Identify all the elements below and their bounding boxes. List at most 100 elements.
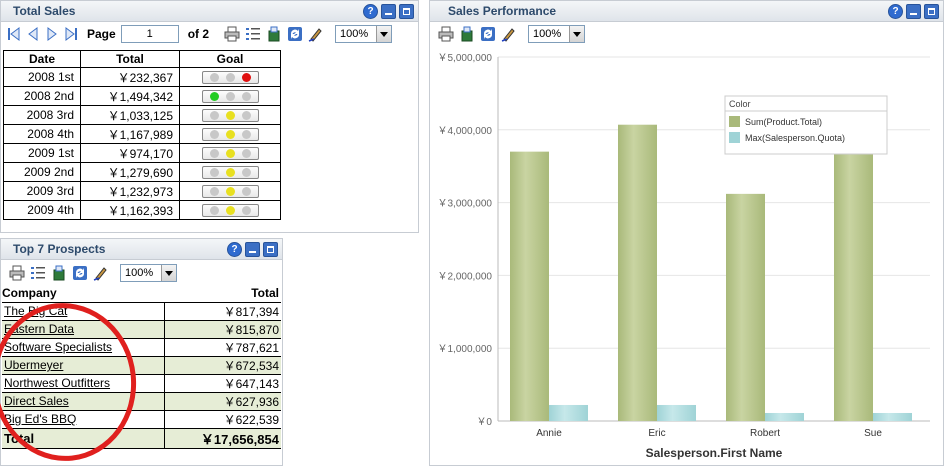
- chevron-down-icon[interactable]: [161, 265, 176, 281]
- date-cell: 2008 4th: [3, 124, 81, 144]
- column-header-goal: Goal: [179, 50, 281, 68]
- table-row: Direct Sales ￥627,936: [2, 392, 281, 411]
- first-page-icon[interactable]: [7, 26, 21, 42]
- help-icon[interactable]: ?: [227, 242, 242, 257]
- refresh-icon[interactable]: [480, 26, 496, 42]
- print-icon[interactable]: [224, 26, 240, 42]
- total-cell: ￥1,232,973: [80, 181, 180, 201]
- zoom-value: 100%: [125, 267, 154, 279]
- minimize-icon[interactable]: [381, 4, 396, 19]
- help-icon[interactable]: ?: [888, 4, 903, 19]
- total-sales-panel: Total Sales ? Page of 2 100% Date Total …: [0, 0, 419, 233]
- total-cell: ￥1,167,989: [80, 124, 180, 144]
- total-cell: ￥232,367: [80, 67, 180, 87]
- list-icon[interactable]: [30, 265, 46, 281]
- refresh-icon[interactable]: [287, 26, 303, 42]
- page-number-input[interactable]: [120, 25, 179, 43]
- goal-indicator: [201, 165, 259, 179]
- goal-light-dot: [225, 129, 235, 139]
- company-link[interactable]: Ubermeyer: [2, 356, 165, 375]
- prev-page-icon[interactable]: [26, 26, 40, 42]
- goal-light-dot: [209, 205, 219, 215]
- total-cell: ￥1,162,393: [80, 200, 180, 220]
- company-link[interactable]: Direct Sales: [2, 392, 165, 411]
- goal-light-dot: [241, 186, 251, 196]
- help-icon[interactable]: ?: [363, 4, 378, 19]
- maximize-icon[interactable]: [399, 4, 414, 19]
- legend-entry: Sum(Product.Total): [745, 117, 822, 127]
- grand-total-label: Total: [2, 428, 165, 449]
- table-row: Eastern Data ￥815,870: [2, 320, 281, 339]
- print-icon[interactable]: [438, 26, 454, 42]
- zoom-select[interactable]: 100%: [335, 25, 393, 43]
- date-cell: 2008 2nd: [3, 86, 81, 106]
- page-count-label: of 2: [187, 27, 210, 41]
- goal-cell: [179, 143, 281, 163]
- chevron-down-icon[interactable]: [569, 26, 584, 42]
- prospects-toolbar: 100%: [1, 260, 282, 286]
- refresh-icon[interactable]: [72, 265, 88, 281]
- company-link[interactable]: Big Ed's BBQ: [2, 410, 165, 429]
- table-row: 2008 4th ￥1,167,989: [3, 124, 281, 144]
- print-icon[interactable]: [9, 265, 25, 281]
- date-cell: 2008 1st: [3, 67, 81, 87]
- bar-product-total: [618, 124, 657, 421]
- minimize-icon[interactable]: [245, 242, 260, 257]
- export-icon[interactable]: [51, 265, 67, 281]
- goal-cell: [179, 124, 281, 144]
- prospects-table: Company Total The Big Cat ￥817,394 Eastern…: [2, 285, 281, 449]
- goal-indicator: [201, 108, 259, 122]
- total-cell: ￥672,534: [164, 356, 281, 375]
- goal-cell: [179, 105, 281, 125]
- goal-indicator: [201, 127, 259, 141]
- list-icon[interactable]: [245, 26, 261, 42]
- table-row: Northwest Outfitters ￥647,143: [2, 374, 281, 393]
- bar-quota: [549, 404, 588, 421]
- column-header-date: Date: [3, 50, 81, 68]
- maximize-icon[interactable]: [263, 242, 278, 257]
- goal-light-dot: [209, 91, 219, 101]
- goal-light-dot: [209, 186, 219, 196]
- total-cell: ￥622,539: [164, 410, 281, 429]
- table-row: 2008 1st ￥232,367: [3, 67, 281, 87]
- goal-light-dot: [241, 148, 251, 158]
- edit-icon[interactable]: [93, 265, 109, 281]
- grand-total-row: Total ￥17,656,854: [2, 428, 281, 449]
- date-cell: 2009 1st: [3, 143, 81, 163]
- zoom-select[interactable]: 100%: [120, 264, 177, 282]
- y-tick-label: ￥4,000,000: [438, 126, 493, 137]
- next-page-icon[interactable]: [45, 26, 59, 42]
- company-link[interactable]: Northwest Outfitters: [2, 374, 165, 393]
- goal-indicator: [201, 203, 259, 217]
- company-link[interactable]: Eastern Data: [2, 320, 165, 339]
- edit-icon[interactable]: [501, 26, 517, 42]
- maximize-icon[interactable]: [924, 4, 939, 19]
- prospects-title: Top 7 Prospects: [13, 242, 106, 256]
- zoom-value: 100%: [340, 28, 369, 40]
- edit-icon[interactable]: [308, 26, 324, 42]
- export-icon[interactable]: [266, 26, 282, 42]
- company-link[interactable]: The Big Cat: [2, 302, 165, 321]
- chevron-down-icon[interactable]: [376, 26, 392, 42]
- table-row: 2008 2nd ￥1,494,342: [3, 86, 281, 106]
- bar-product-total: [726, 193, 765, 421]
- company-link[interactable]: Software Specialists: [2, 338, 165, 357]
- goal-light-dot: [209, 167, 219, 177]
- sales-performance-toolbar: 100%: [430, 22, 943, 46]
- bar-quota: [873, 412, 912, 421]
- last-page-icon[interactable]: [64, 26, 78, 42]
- legend-swatch: [729, 116, 740, 127]
- table-row: Big Ed's BBQ ￥622,539: [2, 410, 281, 429]
- x-tick-label: Sue: [864, 428, 882, 439]
- table-row: Ubermeyer ￥672,534: [2, 356, 281, 375]
- table-row: 2009 2nd ￥1,279,690: [3, 162, 281, 182]
- goal-indicator: [201, 146, 259, 160]
- total-sales-toolbar: Page of 2 100%: [1, 22, 418, 46]
- zoom-select[interactable]: 100%: [528, 25, 585, 43]
- bar-product-total: [510, 151, 549, 421]
- goal-indicator: [201, 184, 259, 198]
- total-sales-table: Date Total Goal 2008 1st ￥232,367 2008 2nd…: [3, 50, 281, 220]
- minimize-icon[interactable]: [906, 4, 921, 19]
- export-icon[interactable]: [459, 26, 475, 42]
- x-tick-label: Robert: [750, 428, 780, 439]
